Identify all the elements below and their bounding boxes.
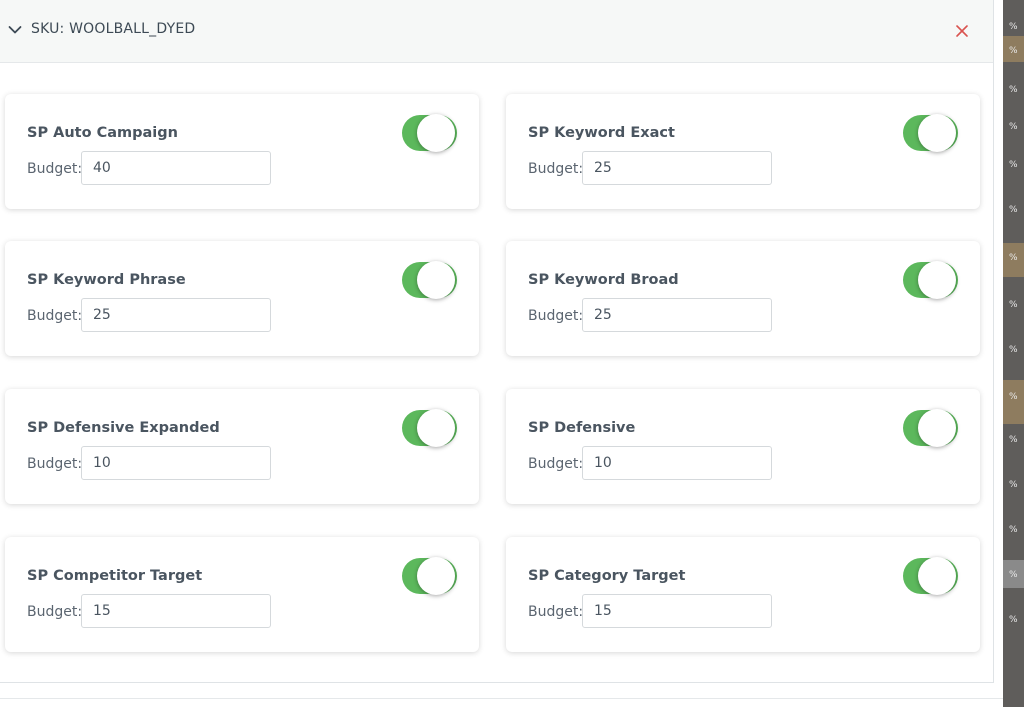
campaign-toggle[interactable] bbox=[402, 114, 457, 152]
strip-text: % bbox=[1009, 435, 1018, 445]
strip-text: % bbox=[1009, 300, 1018, 310]
strip-text: % bbox=[1009, 253, 1018, 263]
toggle-knob bbox=[918, 114, 956, 152]
strip-text: % bbox=[1009, 22, 1018, 32]
campaign-toggle[interactable] bbox=[903, 114, 958, 152]
divider bbox=[0, 698, 1003, 699]
campaign-title: SP Defensive Expanded bbox=[27, 420, 220, 436]
strip-text: % bbox=[1009, 85, 1018, 95]
budget-label: Budget: bbox=[27, 456, 83, 472]
campaign-toggle[interactable] bbox=[903, 409, 958, 447]
campaign-card-sp-category-target: SP Category Target Budget: bbox=[506, 537, 980, 652]
strip-text: % bbox=[1009, 615, 1018, 625]
strip-text: % bbox=[1009, 570, 1018, 580]
background-page-strip: % % % % % % % % % % % % % % % bbox=[1003, 0, 1024, 707]
strip-text: % bbox=[1009, 160, 1018, 170]
campaign-card-sp-auto-campaign: SP Auto Campaign Budget: bbox=[5, 94, 479, 209]
budget-input[interactable] bbox=[582, 446, 772, 480]
strip-text: % bbox=[1009, 205, 1018, 215]
toggle-knob bbox=[918, 409, 956, 447]
budget-label: Budget: bbox=[27, 604, 83, 620]
toggle-knob bbox=[417, 557, 455, 595]
strip-highlight bbox=[1003, 380, 1024, 424]
close-icon[interactable] bbox=[955, 24, 969, 38]
strip-text: % bbox=[1009, 480, 1018, 490]
strip-text: % bbox=[1009, 392, 1018, 402]
budget-input[interactable] bbox=[582, 151, 772, 185]
campaign-card-sp-defensive: SP Defensive Budget: bbox=[506, 389, 980, 504]
panel-header[interactable]: SKU: WOOLBALL_DYED bbox=[0, 0, 993, 63]
campaign-card-sp-competitor-target: SP Competitor Target Budget: bbox=[5, 537, 479, 652]
budget-input[interactable] bbox=[582, 298, 772, 332]
sku-title: SKU: WOOLBALL_DYED bbox=[31, 21, 196, 37]
toggle-knob bbox=[417, 409, 455, 447]
toggle-knob bbox=[417, 114, 455, 152]
strip-text: % bbox=[1009, 525, 1018, 535]
budget-label: Budget: bbox=[528, 456, 584, 472]
campaign-title: SP Keyword Exact bbox=[528, 125, 675, 141]
campaign-title: SP Keyword Broad bbox=[528, 272, 679, 288]
campaign-toggle[interactable] bbox=[903, 261, 958, 299]
budget-label: Budget: bbox=[528, 308, 584, 324]
campaign-toggle[interactable] bbox=[402, 261, 457, 299]
chevron-down-icon[interactable] bbox=[8, 25, 22, 35]
campaign-title: SP Competitor Target bbox=[27, 568, 203, 584]
toggle-knob bbox=[918, 557, 956, 595]
budget-label: Budget: bbox=[528, 161, 584, 177]
campaign-toggle[interactable] bbox=[402, 409, 457, 447]
strip-text: % bbox=[1009, 345, 1018, 355]
budget-input[interactable] bbox=[81, 298, 271, 332]
budget-label: Budget: bbox=[27, 161, 83, 177]
budget-input[interactable] bbox=[81, 446, 271, 480]
sku-panel: SKU: WOOLBALL_DYED SP Auto Campaign Budg… bbox=[0, 0, 994, 683]
strip-text: % bbox=[1009, 122, 1018, 132]
campaign-toggle[interactable] bbox=[903, 557, 958, 595]
campaign-card-sp-keyword-broad: SP Keyword Broad Budget: bbox=[506, 241, 980, 356]
budget-input[interactable] bbox=[81, 594, 271, 628]
campaign-card-sp-defensive-expanded: SP Defensive Expanded Budget: bbox=[5, 389, 479, 504]
campaign-card-sp-keyword-phrase: SP Keyword Phrase Budget: bbox=[5, 241, 479, 356]
campaign-title: SP Auto Campaign bbox=[27, 125, 178, 141]
campaign-card-sp-keyword-exact: SP Keyword Exact Budget: bbox=[506, 94, 980, 209]
toggle-knob bbox=[417, 261, 455, 299]
strip-text: % bbox=[1009, 46, 1018, 56]
campaign-title: SP Keyword Phrase bbox=[27, 272, 186, 288]
toggle-knob bbox=[918, 261, 956, 299]
budget-input[interactable] bbox=[582, 594, 772, 628]
campaign-title: SP Defensive bbox=[528, 420, 636, 436]
budget-label: Budget: bbox=[27, 308, 83, 324]
campaign-toggle[interactable] bbox=[402, 557, 457, 595]
budget-input[interactable] bbox=[81, 151, 271, 185]
campaign-title: SP Category Target bbox=[528, 568, 686, 584]
budget-label: Budget: bbox=[528, 604, 584, 620]
